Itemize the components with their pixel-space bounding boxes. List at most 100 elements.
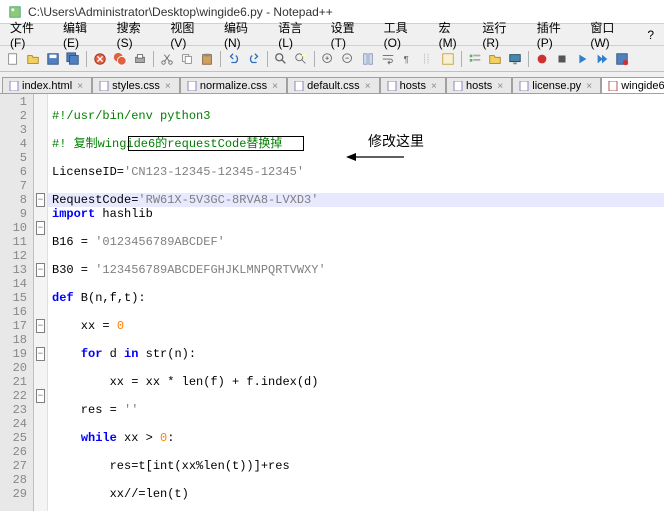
function-list-icon[interactable] (466, 50, 484, 68)
zoom-in-icon[interactable] (319, 50, 337, 68)
menu-edit[interactable]: 编辑(E) (57, 17, 109, 52)
fold-toggle-icon[interactable]: − (36, 193, 45, 207)
menu-run[interactable]: 运行(R) (476, 17, 528, 52)
code-line: RequestCode='RW61X-5V3GC-8RVA8-LVXD3' (52, 193, 318, 207)
code-line: LicenseID='CN123-12345-12345-12345' (52, 165, 304, 179)
new-file-icon[interactable] (4, 50, 22, 68)
copy-icon[interactable] (178, 50, 196, 68)
file-icon (294, 81, 304, 91)
fold-toggle-icon[interactable]: − (36, 221, 45, 235)
file-icon (9, 81, 19, 91)
save-icon[interactable] (44, 50, 62, 68)
editor[interactable]: 1234567891011121314151617181920212223242… (0, 94, 664, 511)
code-line: def B(n,f,t): (52, 291, 146, 305)
open-file-icon[interactable] (24, 50, 42, 68)
file-icon (608, 81, 618, 91)
play-multi-icon[interactable] (593, 50, 611, 68)
save-macro-icon[interactable] (613, 50, 631, 68)
code-line: import hashlib (52, 207, 153, 221)
menu-language[interactable]: 语言(L) (272, 17, 322, 52)
tab-normalize[interactable]: normalize.css× (180, 77, 287, 94)
separator (267, 51, 268, 67)
code-line: res = '' (52, 403, 138, 417)
cut-icon[interactable] (158, 50, 176, 68)
fold-column: − − − − − − (34, 94, 48, 511)
tab-label: wingide6 crack.py (621, 80, 664, 92)
tab-hosts1[interactable]: hosts× (380, 77, 446, 94)
separator (86, 51, 87, 67)
show-all-chars-icon[interactable]: ¶ (399, 50, 417, 68)
close-icon[interactable] (91, 50, 109, 68)
separator (314, 51, 315, 67)
tabbar: index.html× styles.css× normalize.css× d… (0, 72, 664, 94)
menubar: 文件(F) 编辑(E) 搜索(S) 视图(V) 编码(N) 语言(L) 设置(T… (0, 24, 664, 46)
code-line: res=t[int(xx%len(t))]+res (52, 459, 290, 473)
tab-label: license.py (532, 80, 581, 92)
toolbar: ¶ (0, 46, 664, 72)
file-icon (453, 81, 463, 91)
tab-close-icon[interactable]: × (270, 81, 280, 91)
separator (220, 51, 221, 67)
doc-map-icon[interactable] (439, 50, 457, 68)
separator (461, 51, 462, 67)
fold-toggle-icon[interactable]: − (36, 263, 45, 277)
file-icon (99, 81, 109, 91)
tab-label: index.html (22, 80, 72, 92)
tab-default[interactable]: default.css× (287, 77, 380, 94)
stop-macro-icon[interactable] (553, 50, 571, 68)
tab-close-icon[interactable]: × (163, 81, 173, 91)
tab-close-icon[interactable]: × (495, 81, 505, 91)
svg-text:¶: ¶ (404, 54, 409, 65)
paste-icon[interactable] (198, 50, 216, 68)
fold-toggle-icon[interactable]: − (36, 389, 45, 403)
code-line: B16 = '0123456789ABCDEF' (52, 235, 225, 249)
redo-icon[interactable] (245, 50, 263, 68)
menu-view[interactable]: 视图(V) (164, 17, 216, 52)
monitor-icon[interactable] (506, 50, 524, 68)
tab-styles[interactable]: styles.css× (92, 77, 180, 94)
code-line: for d in str(n): (52, 347, 196, 361)
fold-toggle-icon[interactable]: − (36, 347, 45, 361)
undo-icon[interactable] (225, 50, 243, 68)
tab-close-icon[interactable]: × (75, 81, 85, 91)
code-line: #!/usr/bin/env python3 (52, 109, 210, 123)
fold-toggle-icon[interactable]: − (36, 319, 45, 333)
menu-macro[interactable]: 宏(M) (433, 17, 475, 52)
zoom-out-icon[interactable] (339, 50, 357, 68)
menu-tools[interactable]: 工具(O) (378, 17, 431, 52)
replace-icon[interactable] (292, 50, 310, 68)
tab-label: hosts (466, 80, 492, 92)
tab-index[interactable]: index.html× (2, 77, 92, 94)
tab-close-icon[interactable]: × (429, 81, 439, 91)
tab-close-icon[interactable]: × (363, 81, 373, 91)
menu-encoding[interactable]: 编码(N) (218, 17, 270, 52)
print-icon[interactable] (131, 50, 149, 68)
menu-search[interactable]: 搜索(S) (111, 17, 163, 52)
tab-hosts2[interactable]: hosts× (446, 77, 512, 94)
file-icon (519, 81, 529, 91)
sync-vscroll-icon[interactable] (359, 50, 377, 68)
annotation-text: 修改这里 (368, 136, 424, 150)
tab-wingide6[interactable]: wingide6 crack.py× (601, 77, 664, 94)
line-numbers: 1234567891011121314151617181920212223242… (0, 94, 34, 511)
word-wrap-icon[interactable] (379, 50, 397, 68)
folder-icon[interactable] (486, 50, 504, 68)
code-line: B30 = '123456789ABCDEFGHJKLMNPQRTVWXY' (52, 263, 326, 277)
menu-plugins[interactable]: 插件(P) (531, 17, 583, 52)
separator (153, 51, 154, 67)
menu-window[interactable]: 窗口(W) (584, 17, 639, 52)
indent-guide-icon[interactable] (419, 50, 437, 68)
tab-label: styles.css (112, 80, 160, 92)
tab-license[interactable]: license.py× (512, 77, 601, 94)
code-area[interactable]: #!/usr/bin/env python3 #! 复制wingide6的req… (48, 94, 664, 511)
menu-help[interactable]: ? (641, 26, 660, 44)
menu-file[interactable]: 文件(F) (4, 17, 55, 52)
record-macro-icon[interactable] (533, 50, 551, 68)
save-all-icon[interactable] (64, 50, 82, 68)
tab-close-icon[interactable]: × (584, 81, 594, 91)
close-all-icon[interactable] (111, 50, 129, 68)
find-icon[interactable] (272, 50, 290, 68)
play-macro-icon[interactable] (573, 50, 591, 68)
code-line: xx = xx * len(f) + f.index(d) (52, 375, 318, 389)
menu-settings[interactable]: 设置(T) (325, 17, 376, 52)
